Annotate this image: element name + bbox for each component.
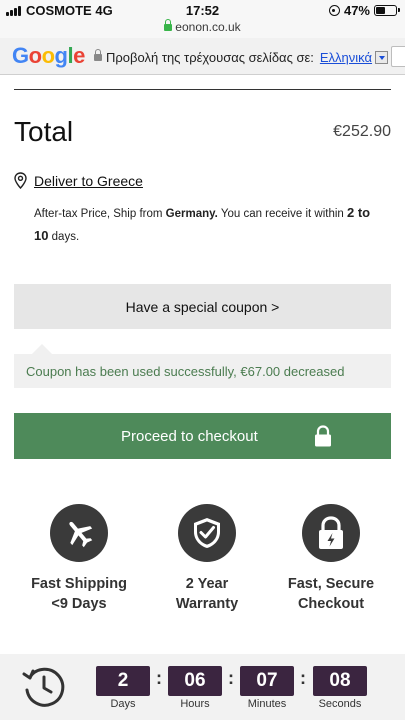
delivery-note: After-tax Price, Ship from Germany. You … xyxy=(34,202,384,248)
orientation-lock-icon xyxy=(328,5,340,16)
shield-check-icon xyxy=(178,504,236,562)
checkout-button[interactable]: Proceed to checkout xyxy=(14,413,391,459)
note-country: Germany. xyxy=(165,208,218,220)
translate-close-button[interactable] xyxy=(391,46,405,67)
history-clock-icon xyxy=(21,664,67,710)
status-right: 47% xyxy=(328,3,400,18)
checkout-label: Proceed to checkout xyxy=(121,427,258,445)
countdown-separator: : xyxy=(228,668,234,688)
countdown-days-label: Days xyxy=(110,698,136,710)
countdown-hours: 06 xyxy=(168,666,222,696)
translate-bar: Google Προβολή της τρέχουσας σελίδας σε:… xyxy=(0,38,405,75)
countdown-days: 2 xyxy=(96,666,150,696)
lock-icon xyxy=(94,49,102,61)
countdown-hours-label: Hours xyxy=(180,698,210,710)
countdown-separator: : xyxy=(300,668,306,688)
total-value: €252.90 xyxy=(333,123,391,140)
feature-text: Fast, Secure Checkout xyxy=(271,574,391,614)
battery-icon xyxy=(374,5,400,16)
total-label: Total xyxy=(14,116,74,147)
secure-lock-icon xyxy=(164,19,173,31)
chevron-down-icon[interactable] xyxy=(375,51,389,64)
address-bar[interactable]: eonon.co.uk xyxy=(0,19,405,34)
feature-text: 2 Year Warranty xyxy=(147,574,267,614)
countdown-bar: 2 Days : 06 Hours : 07 Minutes : 08 Seco… xyxy=(0,654,405,720)
feature-warranty: 2 Year Warranty xyxy=(147,504,267,614)
note-suffix: days. xyxy=(48,231,80,243)
translate-prompt-row: Προβολή της τρέχουσας σελίδας σε: Ελληνι… xyxy=(94,49,389,65)
feature-line2: Checkout xyxy=(297,596,365,612)
secure-lock-icon xyxy=(302,504,360,562)
google-logo-letter: g xyxy=(54,43,68,68)
feature-text: Fast Shipping <9 Days xyxy=(19,574,139,614)
google-logo: Google xyxy=(12,43,85,69)
deliver-row[interactable]: Deliver to Greece xyxy=(14,172,143,189)
google-logo-letter: e xyxy=(73,43,85,68)
feature-line2: Warranty xyxy=(175,596,239,612)
feature-fast-shipping: Fast Shipping <9 Days xyxy=(19,504,139,614)
deliver-link[interactable]: Deliver to Greece xyxy=(34,173,143,189)
countdown-separator: : xyxy=(156,668,162,688)
translate-prompt: Προβολή της τρέχουσας σελίδας σε: xyxy=(106,50,314,65)
countdown-seconds-label: Seconds xyxy=(318,698,362,710)
feature-line2: <9 Days xyxy=(51,596,107,612)
google-logo-letter: o xyxy=(41,43,55,68)
feature-secure-checkout: Fast, Secure Checkout xyxy=(271,504,391,614)
feature-line1: Fast Shipping xyxy=(31,576,127,592)
note-prefix: After-tax Price, Ship from xyxy=(34,208,166,220)
language-select[interactable]: Ελληνικά xyxy=(320,50,372,65)
countdown-minutes-label: Minutes xyxy=(247,698,287,710)
feature-line1: 2 Year xyxy=(185,576,229,592)
coupon-button[interactable]: Have a special coupon > xyxy=(14,284,391,329)
address-url: eonon.co.uk xyxy=(175,20,241,34)
airplane-icon xyxy=(50,504,108,562)
coupon-success-message: Coupon has been used successfully, €67.0… xyxy=(14,344,391,388)
note-middle: You can receive it within xyxy=(217,208,347,220)
location-pin-icon xyxy=(14,172,27,189)
countdown-minutes: 07 xyxy=(240,666,294,696)
feature-line1: Fast, Secure xyxy=(287,576,375,592)
countdown-seconds: 08 xyxy=(313,666,367,696)
battery-percent: 47% xyxy=(343,3,370,18)
google-logo-letter: G xyxy=(12,43,29,68)
lock-icon xyxy=(314,425,332,447)
battery-fill xyxy=(376,7,385,14)
google-logo-letter: o xyxy=(28,43,42,68)
status-bar: COSMOTE 4G 17:52 eonon.co.uk 47% xyxy=(0,0,405,38)
divider xyxy=(14,89,391,90)
